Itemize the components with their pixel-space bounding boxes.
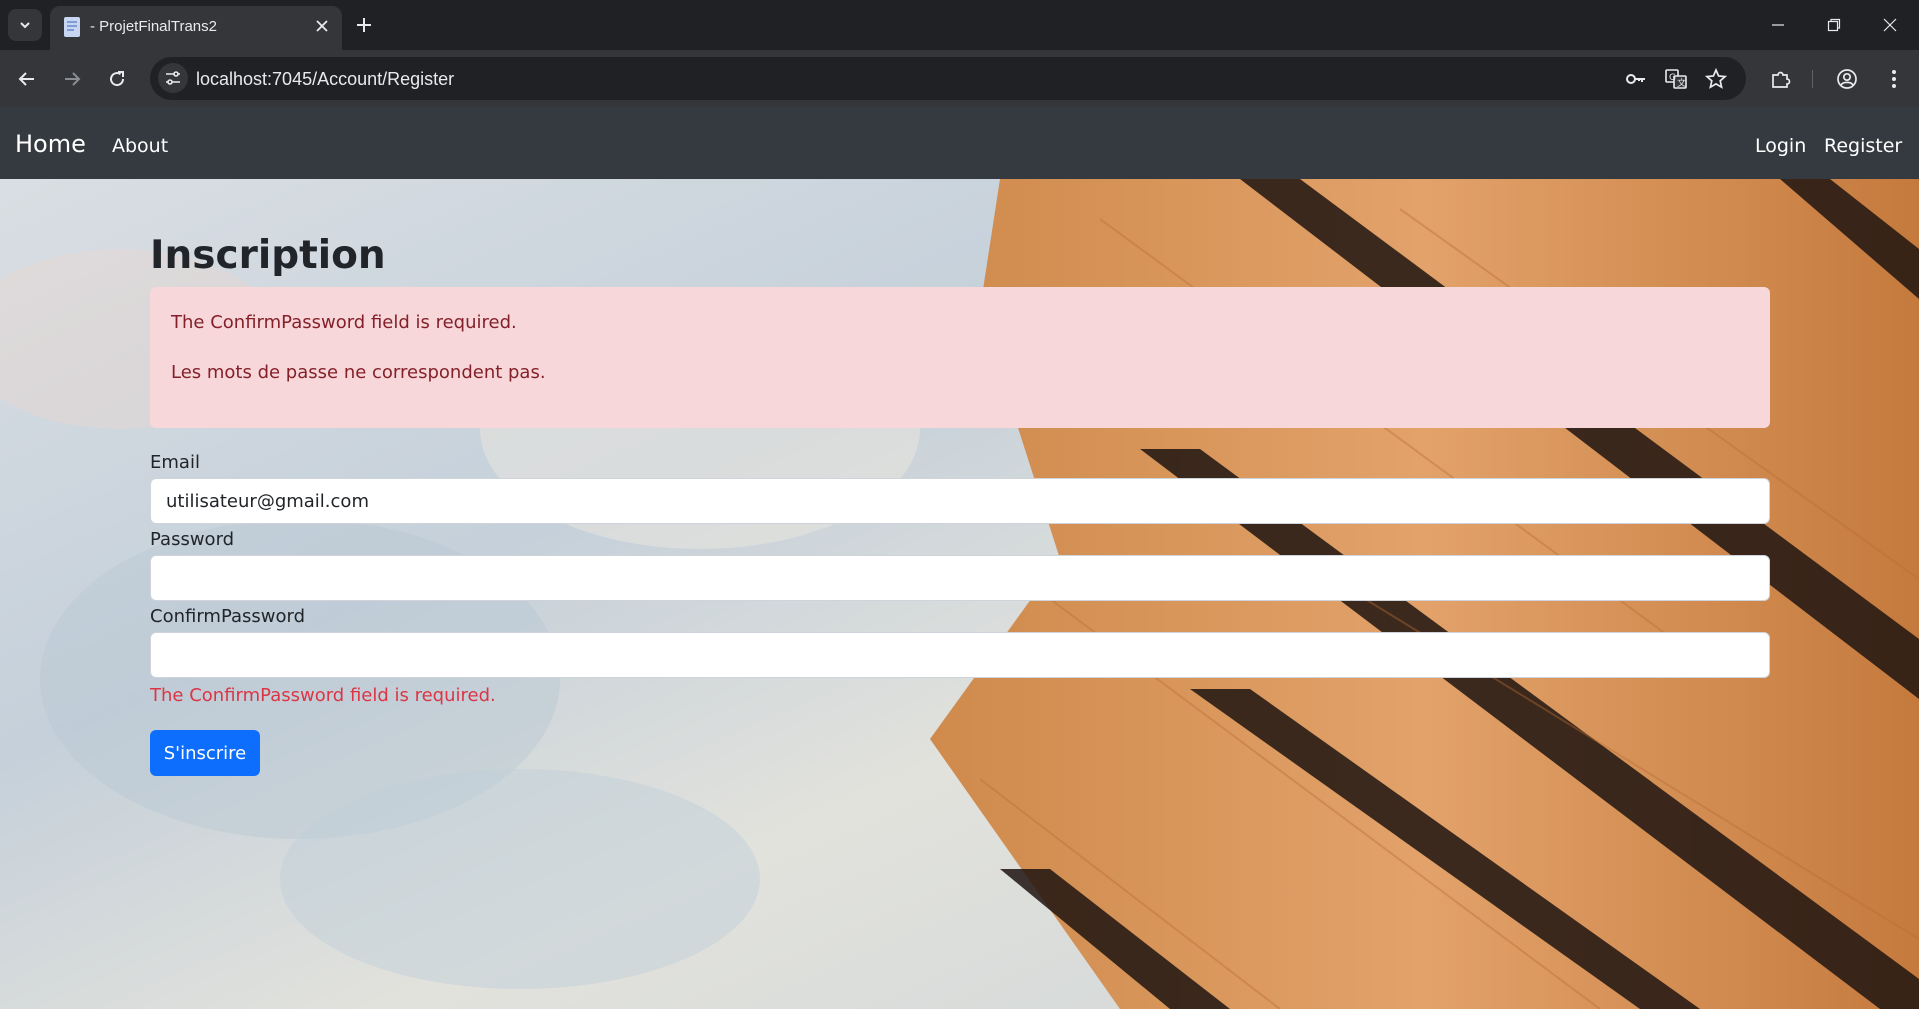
nav-register-link[interactable]: Register bbox=[1824, 135, 1902, 157]
browser-tab[interactable]: - ProjetFinalTrans2 bbox=[50, 6, 342, 50]
nav-home-link[interactable]: Home bbox=[15, 130, 86, 158]
register-submit-button[interactable]: S'inscrire bbox=[150, 730, 260, 776]
site-navbar: Home About Login Register bbox=[0, 107, 1919, 179]
svg-text:G: G bbox=[1669, 73, 1676, 83]
alert-message: The ConfirmPassword field is required. bbox=[171, 312, 517, 333]
address-bar[interactable]: localhost:7045/Account/Register G文 bbox=[150, 57, 1746, 100]
puzzle-icon[interactable] bbox=[1766, 64, 1796, 94]
arrow-right-icon[interactable] bbox=[57, 64, 87, 94]
minimize-icon[interactable] bbox=[1750, 0, 1806, 50]
profile-icon[interactable] bbox=[1832, 64, 1862, 94]
browser-toolbar: localhost:7045/Account/Register G文 bbox=[0, 50, 1919, 107]
arrow-left-icon[interactable] bbox=[12, 64, 42, 94]
chevron-down-icon[interactable] bbox=[8, 9, 42, 41]
confirm-password-error: The ConfirmPassword field is required. bbox=[150, 685, 496, 706]
reload-icon[interactable] bbox=[102, 64, 132, 94]
page-icon bbox=[62, 16, 82, 43]
alert-message: Les mots de passe ne correspondent pas. bbox=[171, 362, 546, 383]
svg-text:文: 文 bbox=[1677, 77, 1686, 89]
star-icon[interactable] bbox=[1704, 67, 1728, 91]
nav-about-link[interactable]: About bbox=[112, 135, 168, 157]
email-field[interactable] bbox=[150, 478, 1770, 524]
close-icon[interactable] bbox=[312, 16, 332, 36]
confirm-password-label: ConfirmPassword bbox=[150, 606, 306, 627]
email-label: Email bbox=[150, 452, 200, 473]
restore-icon[interactable] bbox=[1806, 0, 1862, 50]
confirm-password-field[interactable] bbox=[150, 632, 1770, 678]
page-viewport: Home About Login Register Inscription Th… bbox=[0, 107, 1919, 1009]
page-title: Inscription bbox=[150, 233, 386, 278]
password-label: Password bbox=[150, 529, 235, 550]
tune-icon[interactable] bbox=[158, 63, 188, 93]
url-text: localhost:7045/Account/Register bbox=[196, 69, 455, 89]
tab-title: - ProjetFinalTrans2 bbox=[90, 18, 217, 35]
nav-login-link[interactable]: Login bbox=[1755, 135, 1806, 157]
plus-icon[interactable] bbox=[352, 13, 376, 37]
password-field[interactable] bbox=[150, 555, 1770, 601]
validation-summary-alert: The ConfirmPassword field is required. L… bbox=[150, 287, 1770, 428]
browser-tabstrip: - ProjetFinalTrans2 bbox=[0, 0, 1919, 50]
key-icon[interactable] bbox=[1624, 67, 1648, 91]
kebab-menu-icon[interactable] bbox=[1879, 64, 1909, 94]
close-window-icon[interactable] bbox=[1862, 0, 1918, 50]
translate-icon[interactable]: G文 bbox=[1664, 67, 1688, 91]
